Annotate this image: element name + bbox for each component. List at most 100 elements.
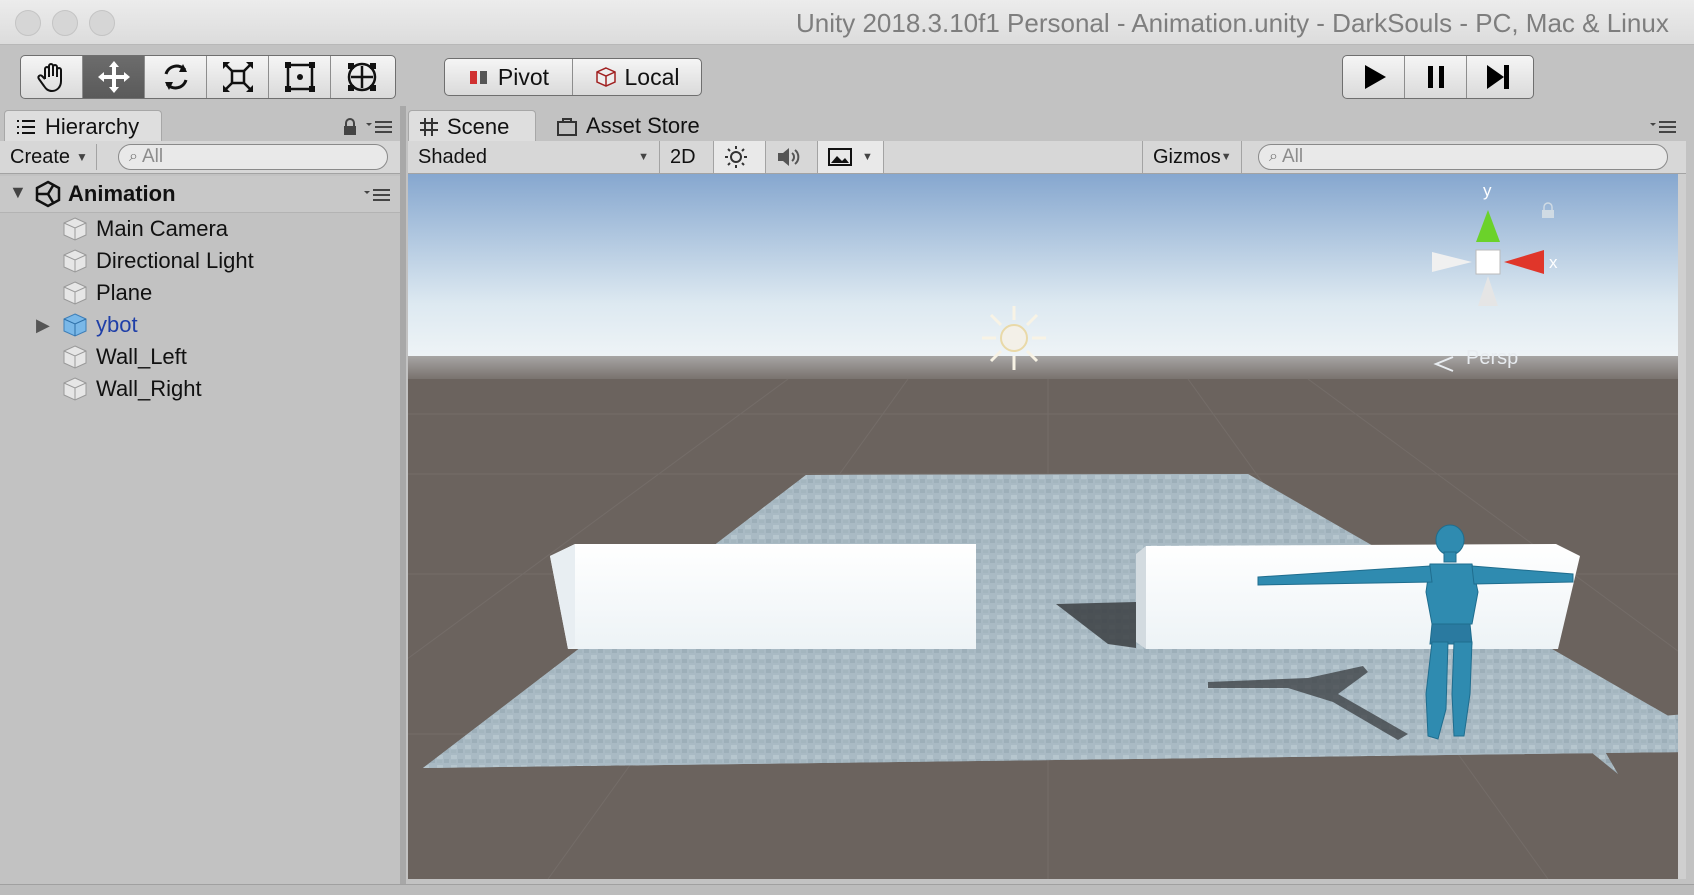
create-label: Create	[10, 145, 71, 168]
scene-menu-icon[interactable]	[362, 186, 392, 202]
viewport-scrollbar[interactable]	[1678, 174, 1686, 879]
toggle-2d-button[interactable]: 2D	[660, 141, 714, 173]
hierarchy-item-label: Wall_Left	[96, 344, 187, 369]
step-icon	[1487, 65, 1509, 89]
tab-scene-label: Scene	[447, 113, 510, 139]
pivot-label: Pivot	[497, 63, 550, 90]
hierarchy-search-placeholder: All	[141, 146, 164, 167]
list-icon	[17, 119, 35, 134]
close-window-button[interactable]	[15, 10, 41, 36]
gameobject-cube-icon	[63, 249, 87, 273]
tab-asset-store-label: Asset Store	[586, 113, 700, 138]
gizmos-label: Gizmos	[1153, 145, 1221, 168]
shading-mode-label: Shaded	[418, 145, 487, 168]
prefab-cube-icon	[63, 313, 87, 337]
scene-render: y x Persp	[408, 174, 1686, 879]
unity-logo-icon	[35, 180, 61, 208]
hierarchy-item-plane[interactable]: Plane	[0, 277, 400, 309]
image-effects-icon	[828, 148, 852, 166]
hierarchy-item-wall-right[interactable]: Wall_Right	[0, 373, 400, 405]
hierarchy-item-label: Main Camera	[96, 216, 229, 241]
gizmos-dropdown[interactable]: Gizmos ▼	[1142, 141, 1242, 173]
gameobject-cube-icon	[63, 217, 87, 241]
panel-menu-icon[interactable]	[364, 118, 394, 134]
local-cube-icon	[595, 67, 616, 87]
expand-arrow-icon[interactable]: ▶	[0, 315, 62, 336]
playback-group	[1342, 55, 1534, 99]
speaker-icon	[778, 148, 800, 166]
hierarchy-tabstrip: Hierarchy	[0, 106, 400, 142]
rotate-icon	[164, 64, 187, 90]
hand-tool-button[interactable]	[21, 56, 83, 98]
scene-panel: Shaded ▼ 2D ▼ Gizmos ▼ ⌕ All y x Persp	[408, 141, 1694, 884]
tab-hierarchy[interactable]: Hierarchy	[4, 110, 162, 142]
hierarchy-item-ybot[interactable]: ▶ ybot	[0, 309, 400, 341]
scene-tabstrip: Scene Asset Store	[408, 106, 1694, 142]
gameobject-cube-icon	[63, 345, 87, 369]
chevron-down-icon: ▼	[638, 151, 649, 163]
transform-tool-button[interactable]	[331, 56, 393, 98]
move-tool-button[interactable]	[83, 56, 145, 98]
gameobject-cube-icon	[63, 281, 87, 305]
local-button[interactable]: Local	[573, 59, 701, 95]
play-button[interactable]	[1343, 56, 1405, 98]
scene-effects-dropdown[interactable]: ▼	[818, 141, 884, 173]
main-toolbar: Pivot Local	[0, 45, 1694, 105]
rect-tool-button[interactable]	[269, 56, 331, 98]
scene-search-placeholder: All	[1281, 146, 1304, 167]
gizmo-axis-y: y	[1483, 181, 1492, 200]
scene-viewport[interactable]: y x Persp	[408, 174, 1686, 879]
lock-icon[interactable]	[342, 118, 358, 136]
scene-search-input[interactable]: ⌕ All	[1258, 144, 1668, 170]
search-icon: ⌕	[1269, 148, 1278, 165]
search-icon: ⌕	[129, 148, 138, 165]
hierarchy-subbar: Create ▼ ⌕ All	[0, 141, 400, 174]
step-button[interactable]	[1467, 56, 1529, 98]
local-label: Local	[624, 63, 680, 90]
scene-root-row[interactable]: ▼ Animation	[0, 176, 400, 213]
hierarchy-item-directional-light[interactable]: Directional Light	[0, 245, 400, 277]
hierarchy-search-input[interactable]: ⌕ All	[118, 144, 388, 170]
tab-scene[interactable]: Scene	[408, 110, 536, 142]
projection-label: Persp	[1466, 347, 1518, 369]
rect-transform-icon	[284, 62, 315, 92]
sun-icon	[725, 146, 747, 168]
pivot-icon	[469, 71, 487, 84]
scene-name: Animation	[68, 181, 176, 206]
shading-mode-dropdown[interactable]: Shaded ▼	[408, 141, 660, 173]
window-titlebar: Unity 2018.3.10f1 Personal - Animation.u…	[0, 0, 1694, 45]
scene-toolbar: Shaded ▼ 2D ▼ Gizmos ▼ ⌕ All	[408, 141, 1686, 174]
chevron-down-icon: ▼	[1220, 151, 1232, 163]
window-title: Unity 2018.3.10f1 Personal - Animation.u…	[796, 8, 1669, 38]
zoom-window-button[interactable]	[89, 10, 115, 36]
hierarchy-panel: Create ▼ ⌕ All ▼ Animation Main Camera D…	[0, 141, 400, 884]
hierarchy-item-label: ybot	[96, 312, 138, 337]
scene-lighting-toggle[interactable]	[714, 141, 766, 173]
bottom-panel-strip	[0, 884, 1694, 895]
mode-2d-label: 2D	[670, 145, 696, 168]
hierarchy-item-wall-left[interactable]: Wall_Left	[0, 341, 400, 373]
hierarchy-item-main-camera[interactable]: Main Camera	[0, 213, 400, 245]
hand-icon	[36, 63, 62, 93]
store-bag-icon	[557, 118, 577, 136]
scale-tool-button[interactable]	[207, 56, 269, 98]
play-icon	[1364, 65, 1386, 89]
tab-asset-store[interactable]: Asset Store	[546, 110, 716, 142]
scene-audio-toggle[interactable]	[766, 141, 818, 173]
pause-button[interactable]	[1405, 56, 1467, 98]
pivot-button[interactable]: Pivot	[445, 59, 573, 95]
create-dropdown[interactable]: Create ▼	[10, 144, 97, 170]
hierarchy-item-label: Plane	[96, 280, 153, 305]
expand-triangle-icon[interactable]: ▼	[9, 182, 27, 203]
grid-icon	[420, 117, 438, 136]
directional-light-gizmo	[982, 306, 1046, 370]
gizmo-axis-x: x	[1549, 253, 1558, 272]
scene-panel-menu-icon[interactable]	[1648, 118, 1678, 134]
pause-icon	[1427, 66, 1444, 88]
rotate-tool-button[interactable]	[145, 56, 207, 98]
minimize-window-button[interactable]	[52, 10, 78, 36]
panel-divider[interactable]	[400, 106, 406, 884]
hierarchy-item-label: Directional Light	[96, 248, 254, 273]
transform-icon	[347, 62, 377, 92]
transform-tools-group	[20, 55, 396, 99]
